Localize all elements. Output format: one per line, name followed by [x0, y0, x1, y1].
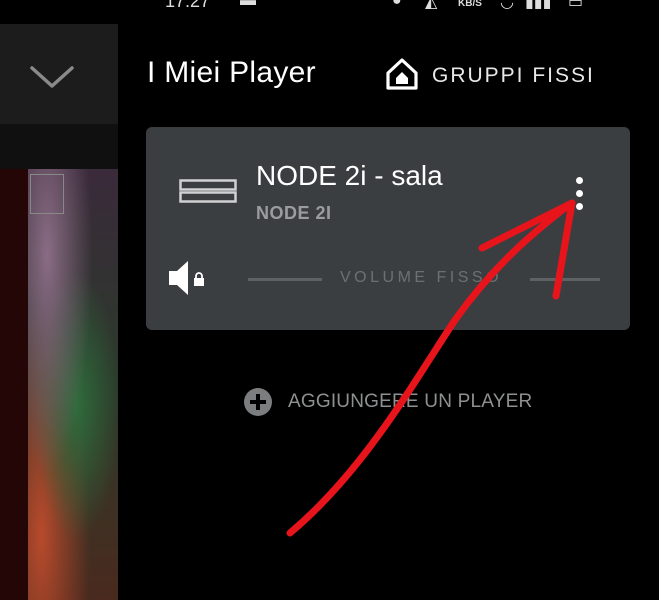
more-vertical-icon[interactable]: [566, 173, 592, 213]
more-dot: [575, 176, 583, 184]
now-playing-header: [0, 24, 118, 124]
plus-circle-icon: [244, 388, 272, 416]
status-time: 17:27: [165, 0, 211, 11]
network-speed: KB/S: [458, 0, 482, 9]
page-title: I Miei Player: [147, 56, 316, 89]
wifi-icon: ◡: [500, 0, 514, 11]
player-name: NODE 2i - sala: [256, 160, 443, 191]
signal-icon: ▮▮▮: [525, 0, 552, 11]
player-card[interactable]: NODE 2i - sala NODE 2I VOLUME FISSO: [146, 127, 630, 330]
player-model: NODE 2I: [256, 203, 332, 223]
volume-line-left: [248, 278, 322, 281]
speaker-icon: [168, 260, 190, 301]
volume-fixed-label: VOLUME FISSO: [340, 269, 503, 286]
volume-line-right: [530, 278, 600, 281]
fixed-groups-label: GRUPPI FISSI: [432, 64, 595, 87]
more-dot: [575, 189, 583, 197]
alarm-icon: ●: [392, 0, 402, 9]
chevron-down-icon[interactable]: [28, 64, 76, 90]
stacked-device-icon: [179, 179, 237, 208]
mute-icon: ◭: [425, 0, 438, 11]
lock-icon: [193, 272, 205, 291]
home-icon: [384, 56, 420, 97]
volume-slider: VOLUME FISSO: [248, 267, 600, 291]
status-bar: 17:27 ▬ ● ◭ KB/S ◡ ▮▮▮ ▭: [0, 0, 659, 24]
battery-icon: ▭: [568, 0, 584, 11]
fixed-groups-button[interactable]: GRUPPI FISSI: [384, 56, 595, 96]
add-player-label: AGGIUNGERE UN PLAYER: [288, 391, 533, 412]
notification-icon: ▬: [240, 0, 256, 9]
record-label-logo: [30, 174, 64, 214]
more-dot: [575, 202, 583, 210]
artwork-frame: [0, 169, 28, 600]
now-playing-panel: [0, 24, 118, 600]
add-player-button[interactable]: AGGIUNGERE UN PLAYER: [244, 388, 532, 416]
album-artwork: [0, 169, 118, 600]
